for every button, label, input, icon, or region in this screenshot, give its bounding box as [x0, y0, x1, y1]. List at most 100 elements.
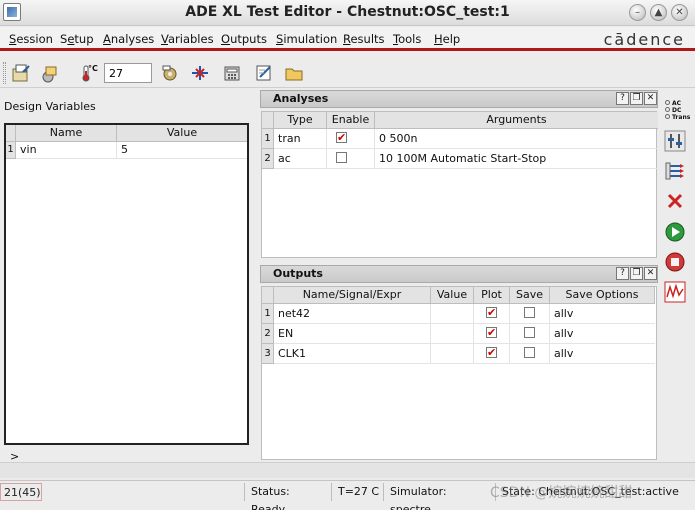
column-header-name[interactable]: Name [16, 125, 117, 142]
menu-variables[interactable]: Variables [161, 32, 214, 46]
menu-setup[interactable]: Setup [60, 32, 94, 46]
load-state-icon[interactable] [40, 63, 60, 83]
help-icon[interactable]: ? [616, 92, 629, 105]
output-save-cell [510, 304, 550, 324]
output-name-cell[interactable]: net42 [274, 304, 431, 324]
output-save-options-cell[interactable]: allv [550, 304, 655, 324]
radio-trans-icon [665, 114, 670, 119]
row-number[interactable]: 1 [262, 129, 274, 149]
design-variables-panel: Design Variables Name Value 1 vin 5 > [0, 90, 258, 463]
table-corner [262, 112, 274, 129]
enable-checkbox[interactable] [336, 130, 347, 146]
analysis-dc-label: DC [672, 107, 682, 114]
analysis-type-button[interactable]: AC DC Trans [662, 96, 690, 121]
maximize-button[interactable]: ▲ [650, 4, 667, 21]
analysis-ac-label: AC [672, 100, 682, 107]
toolbar-grip[interactable] [3, 62, 6, 84]
menu-outputs[interactable]: Outputs [221, 32, 267, 46]
menu-help[interactable]: Help [434, 32, 460, 46]
analysis-arguments-cell[interactable]: 10 100M Automatic Start-Stop [375, 149, 658, 169]
output-name-cell[interactable]: EN [274, 324, 431, 344]
open-folder-icon[interactable] [284, 63, 304, 83]
plot-checkbox[interactable] [486, 345, 497, 361]
save-state-icon[interactable] [11, 63, 31, 83]
column-header-save-options[interactable]: Save Options [550, 287, 655, 304]
column-header-name[interactable]: Name/Signal/Expr [274, 287, 431, 304]
column-header-save[interactable]: Save [510, 287, 550, 304]
row-number[interactable]: 1 [6, 142, 16, 159]
column-header-value[interactable]: Value [117, 125, 247, 142]
row-number[interactable]: 1 [262, 304, 274, 324]
status-simulator: Simulator: spectre [383, 483, 487, 510]
status-counter: 21(45) [0, 483, 42, 501]
column-header-plot[interactable]: Plot [474, 287, 510, 304]
menu-simulation[interactable]: Simulation [276, 32, 337, 46]
radio-ac-icon [665, 100, 670, 105]
output-save-cell [510, 324, 550, 344]
temperature-input[interactable] [104, 63, 152, 83]
watermark: CSDN @婉婉婉婉甜甜 [490, 485, 633, 501]
output-value-cell[interactable] [431, 304, 474, 324]
output-plot-cell [474, 324, 510, 344]
row-number[interactable]: 2 [262, 149, 274, 169]
column-header-value[interactable]: Value [431, 287, 474, 304]
analysis-type-cell[interactable]: ac [274, 149, 327, 169]
analysis-enable-cell [327, 129, 375, 149]
output-save-cell [510, 344, 550, 364]
float-icon[interactable]: ❐ [630, 92, 643, 105]
parametric-icon[interactable] [664, 160, 686, 182]
variable-name-cell[interactable]: vin [16, 142, 117, 159]
save-checkbox[interactable] [524, 306, 535, 318]
bottom-splitter[interactable] [0, 462, 695, 478]
stop-simulation-icon[interactable] [664, 251, 686, 273]
float-icon[interactable]: ❐ [630, 267, 643, 280]
column-header-enable[interactable]: Enable [327, 112, 375, 129]
close-icon[interactable]: ✕ [644, 92, 657, 105]
menu-session[interactable]: Session [9, 32, 53, 46]
variable-value-cell[interactable]: 5 [117, 142, 247, 159]
plot-checkbox[interactable] [486, 305, 497, 321]
menu-results[interactable]: Results [343, 32, 385, 46]
row-number[interactable]: 3 [262, 344, 274, 364]
run-simulation-icon[interactable] [664, 221, 686, 243]
column-header-arguments[interactable]: Arguments [375, 112, 658, 129]
plot-checkbox[interactable] [486, 325, 497, 341]
output-save-options-cell[interactable]: allv [550, 324, 655, 344]
output-save-options-cell[interactable]: allv [550, 344, 655, 364]
outputs-dock: Outputs ? ❐ ✕ Name/Signal/Expr Value Plo… [260, 265, 658, 462]
row-number[interactable]: 2 [262, 324, 274, 344]
outputs-table: Name/Signal/Expr Value Plot Save Save Op… [261, 286, 657, 460]
edit-note-icon[interactable] [254, 63, 274, 83]
plot-waveform-icon[interactable] [664, 281, 686, 303]
design-variables-table: Name Value 1 vin 5 [4, 123, 249, 445]
minimize-button[interactable]: – [629, 4, 646, 21]
output-value-cell[interactable] [431, 324, 474, 344]
help-icon[interactable]: ? [616, 267, 629, 280]
netlist-probe-icon[interactable] [190, 63, 210, 83]
setup-gear-icon[interactable] [160, 63, 180, 83]
netlist-delete-icon[interactable] [664, 190, 686, 212]
analyses-table: Type Enable Arguments 1 tran 0 500n 2 ac… [261, 111, 658, 258]
output-name-cell[interactable]: CLK1 [274, 344, 431, 364]
enable-checkbox[interactable] [336, 151, 347, 163]
status-bar: 21(45) Status: Ready T=27 C Simulator: s… [0, 480, 695, 510]
variables-sliders-icon[interactable] [664, 130, 686, 152]
close-button[interactable]: ✕ [671, 4, 688, 21]
temperature-unit: °C [88, 64, 98, 73]
close-icon[interactable]: ✕ [644, 267, 657, 280]
output-value-cell[interactable] [431, 344, 474, 364]
calculator-icon[interactable] [222, 63, 242, 83]
menu-tools[interactable]: Tools [393, 32, 421, 46]
window-title: ADE XL Test Editor - Chestnut:OSC_test:1 [185, 4, 510, 20]
analyses-header: Analyses [260, 90, 658, 108]
analysis-arguments-cell[interactable]: 0 500n [375, 129, 658, 149]
outputs-title: Outputs [273, 267, 323, 280]
table-corner [6, 125, 16, 142]
save-checkbox[interactable] [524, 346, 535, 358]
save-checkbox[interactable] [524, 326, 535, 338]
menu-analyses[interactable]: Analyses [103, 32, 154, 46]
column-header-type[interactable]: Type [274, 112, 327, 129]
analysis-type-cell[interactable]: tran [274, 129, 327, 149]
cadence-logo: cādence [603, 30, 685, 49]
toolbar: °C [0, 58, 695, 88]
